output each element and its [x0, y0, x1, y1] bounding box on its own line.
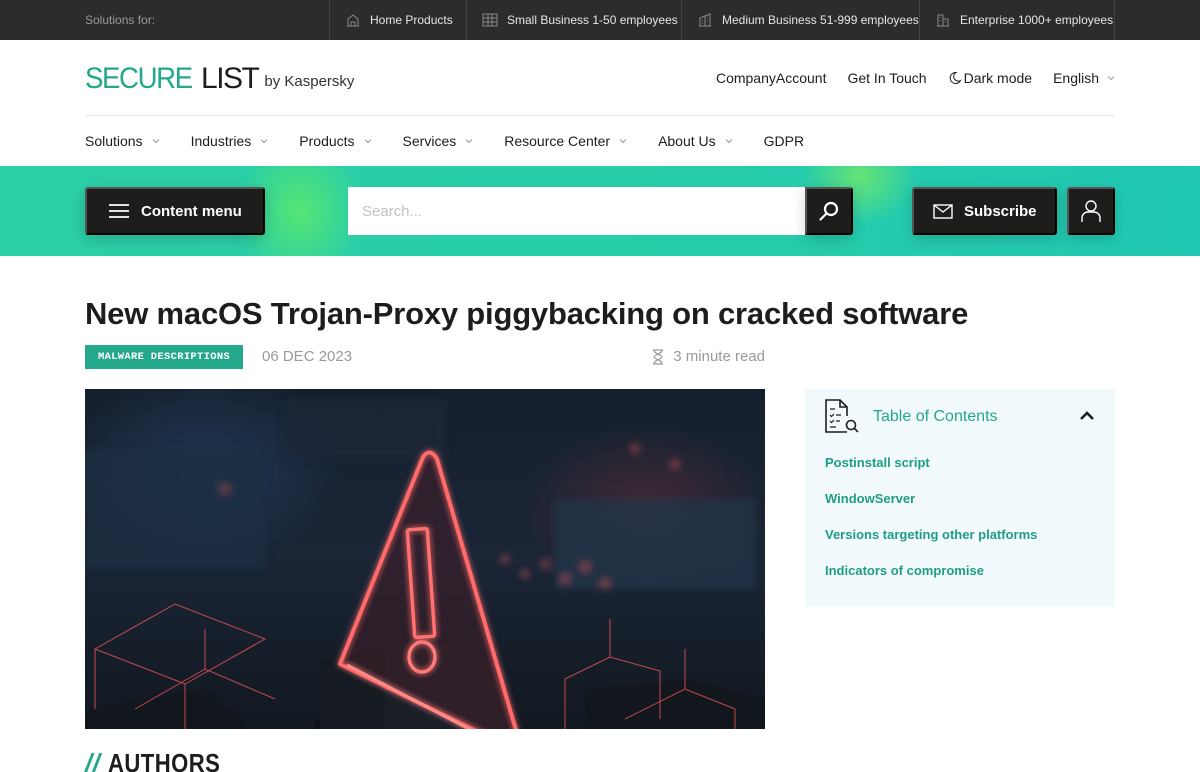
hamburger-icon: [109, 204, 129, 218]
subscribe-button[interactable]: Subscribe: [912, 187, 1057, 235]
language-selector[interactable]: English: [1053, 70, 1115, 86]
nav-item-industries[interactable]: Industries: [191, 133, 269, 149]
heading-slashes: //: [85, 748, 101, 772]
nav-item-gdpr[interactable]: GDPR: [764, 133, 804, 149]
user-account-button[interactable]: [1067, 187, 1115, 235]
chevron-down-icon: [619, 139, 627, 144]
enterprise-building-icon: [937, 14, 949, 27]
toc-list: Postinstall script WindowServer Versions…: [825, 455, 1037, 599]
search-input[interactable]: [362, 202, 805, 220]
nav-item-resource-center[interactable]: Resource Center: [504, 133, 627, 149]
toc-item-indicators-of-compromise[interactable]: Indicators of compromise: [825, 563, 1037, 599]
header-divider: [85, 115, 1115, 116]
get-in-touch-link[interactable]: Get In Touch: [847, 70, 926, 86]
document-search-icon: [825, 399, 859, 433]
read-time: 3 minute read: [652, 348, 765, 365]
medium-building-icon: [699, 13, 711, 27]
header-links: CompanyAccount Get In Touch Dark mode En…: [695, 68, 1115, 88]
dark-mode-toggle[interactable]: Dark mode: [948, 70, 1032, 86]
nav-item-about-us[interactable]: About Us: [658, 133, 733, 149]
article-title: New macOS Trojan-Proxy piggybacking on c…: [85, 296, 969, 331]
content-menu-button[interactable]: Content menu: [85, 187, 265, 235]
toc-item-windowserver[interactable]: WindowServer: [825, 491, 1037, 527]
logo-by-kaspersky: by Kaspersky: [264, 73, 355, 90]
solutions-bar: Solutions for: Home Products Small Busin…: [0, 0, 1200, 40]
house-icon: [347, 14, 359, 27]
nav-item-solutions[interactable]: Solutions: [85, 133, 160, 149]
small-business-link[interactable]: Small Business 1-50 employees: [466, 0, 681, 40]
authors-label: AUTHORS: [108, 748, 221, 772]
hero-image: [85, 389, 765, 729]
warning-triangle-illustration: [85, 399, 765, 729]
chevron-down-icon: [725, 139, 733, 144]
chevron-down-icon: [465, 139, 473, 144]
logo-list: LIST: [201, 62, 260, 95]
company-account-link[interactable]: CompanyAccount: [716, 70, 827, 86]
medium-business-link[interactable]: Medium Business 51-999 employees: [681, 0, 919, 40]
envelope-icon: [933, 203, 953, 219]
hourglass-icon: [653, 348, 664, 365]
toc-title: Table of Contents: [873, 408, 998, 425]
chevron-down-icon: [1107, 76, 1115, 81]
chevron-down-icon: [364, 139, 371, 144]
toc-item-versions-other-platforms[interactable]: Versions targeting other platforms: [825, 527, 1037, 563]
moon-icon: [949, 71, 962, 84]
logo-secure: SECURE: [85, 62, 193, 95]
chevron-up-icon[interactable]: [1079, 409, 1095, 423]
main-nav: Solutions Industries Products Services R…: [85, 131, 835, 151]
chevron-down-icon: [260, 139, 268, 144]
nav-item-products[interactable]: Products: [299, 133, 371, 149]
enterprise-link[interactable]: Enterprise 1000+ employees: [919, 0, 1115, 40]
small-building-icon: [482, 13, 498, 27]
home-products-link[interactable]: Home Products: [329, 0, 466, 40]
publish-date: 06 DEC 2023: [262, 348, 353, 365]
search-field: [348, 187, 805, 235]
toc-item-postinstall-script[interactable]: Postinstall script: [825, 455, 1037, 491]
category-tag[interactable]: MALWARE DESCRIPTIONS: [85, 345, 244, 369]
nav-item-services[interactable]: Services: [403, 133, 474, 149]
solutions-for-label: Solutions for:: [85, 13, 156, 27]
securelist-logo[interactable]: SECURE LIST by Kaspersky: [85, 62, 354, 96]
search-button[interactable]: [805, 187, 853, 235]
table-of-contents: Table of Contents Postinstall script Win…: [805, 389, 1115, 607]
search-icon: [819, 201, 839, 221]
chevron-down-icon: [152, 139, 159, 144]
authors-heading: // AUTHORS: [85, 748, 241, 772]
toc-header[interactable]: Table of Contents: [825, 399, 1095, 435]
user-icon: [1081, 200, 1101, 222]
